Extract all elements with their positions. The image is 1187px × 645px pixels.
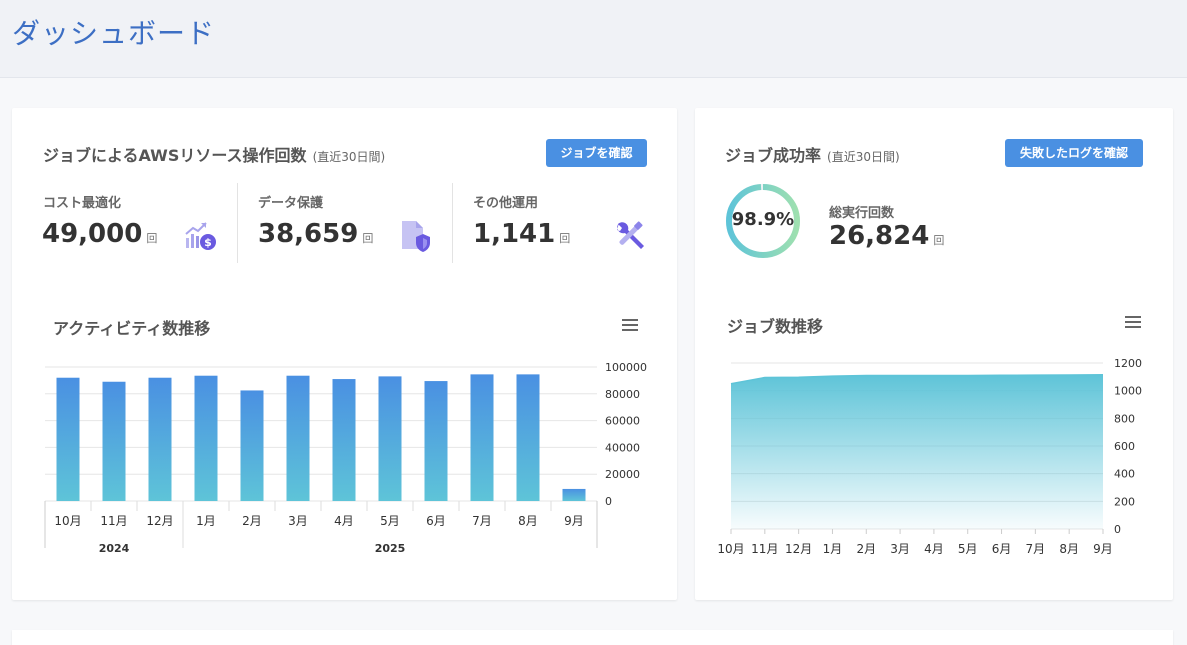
success-card-title: ジョブ成功率 (直近30日間): [725, 142, 900, 166]
activity-chart-menu-icon[interactable]: [622, 319, 638, 331]
stat-divider: [237, 183, 238, 263]
bar-8月[interactable]: [516, 374, 540, 501]
bar-9月[interactable]: [562, 488, 586, 501]
stat-number-cost: 49,000: [42, 219, 143, 249]
y-tick-label: 400: [1114, 468, 1135, 481]
bar-10月[interactable]: [56, 377, 80, 501]
y-tick-label: 100000: [605, 361, 647, 374]
aws-card-subtitle: (直近30日間): [312, 150, 386, 164]
cost-chart-icon: $: [185, 222, 216, 250]
group-label-2025: 2025: [375, 542, 406, 555]
x-tick-label: 12月: [785, 542, 812, 556]
bar-7月[interactable]: [470, 374, 494, 501]
job-success-card: ジョブ成功率 (直近30日間) 失敗したログを確認 98.9% 総実行回数 26,…: [695, 108, 1173, 600]
y-tick-label: 20000: [605, 468, 640, 481]
stat-label-other-ops: その他運用: [473, 196, 539, 211]
x-tick-label: 4月: [924, 542, 944, 556]
x-tick-label: 9月: [1093, 542, 1113, 556]
y-tick-label: 200: [1114, 495, 1135, 508]
success-card-subtitle: (直近30日間): [827, 150, 900, 164]
bar-2月[interactable]: [240, 390, 264, 501]
x-tick-label: 8月: [1059, 542, 1079, 556]
aws-card-title: ジョブによるAWSリソース操作回数 (直近30日間): [43, 142, 385, 166]
jobs-chart-menu-icon[interactable]: [1125, 316, 1141, 328]
x-tick-label: 3月: [890, 542, 910, 556]
jobs-area: [731, 374, 1103, 529]
bar-4月[interactable]: [332, 379, 356, 501]
tools-icon: [617, 221, 644, 249]
x-tick-label: 11月: [100, 514, 127, 528]
bar-1月[interactable]: [194, 375, 218, 501]
stat-value-data-protection: 38,659 回: [258, 219, 373, 249]
x-tick-label: 3月: [288, 514, 308, 528]
x-tick-label: 12月: [146, 514, 173, 528]
y-tick-label: 60000: [605, 415, 640, 428]
x-tick-label: 2月: [242, 514, 262, 528]
x-tick-label: 10月: [717, 542, 744, 556]
y-tick-label: 80000: [605, 388, 640, 401]
x-tick-label: 11月: [751, 542, 778, 556]
x-tick-label: 2月: [856, 542, 876, 556]
x-tick-label: 7月: [1026, 542, 1046, 556]
x-tick-label: 6月: [992, 542, 1012, 556]
y-tick-label: 0: [1114, 523, 1121, 536]
svg-text:$: $: [204, 236, 212, 249]
bar-11月[interactable]: [102, 381, 126, 501]
jobs-chart-title: ジョブ数推移: [727, 317, 824, 336]
stat-label-cost: コスト最適化: [43, 196, 122, 211]
y-tick-label: 800: [1114, 412, 1135, 425]
x-tick-label: 4月: [334, 514, 354, 528]
total-runs-label: 総実行回数: [829, 206, 895, 221]
stat-number-data-protection: 38,659: [258, 219, 359, 249]
stat-unit-data-protection: 回: [362, 232, 374, 245]
header: ダッシュボード: [0, 0, 1187, 78]
success-rate-value: 98.9%: [731, 209, 795, 230]
stat-unit-cost: 回: [146, 232, 158, 245]
y-tick-label: 600: [1114, 440, 1135, 453]
bar-12月[interactable]: [148, 377, 172, 501]
y-tick-label: 1000: [1114, 385, 1142, 398]
x-tick-label: 5月: [958, 542, 978, 556]
success-card-title-text: ジョブ成功率: [725, 146, 822, 165]
total-runs-unit: 回: [933, 234, 945, 247]
x-tick-label: 6月: [426, 514, 446, 528]
stat-value-other-ops: 1,141 回: [473, 219, 570, 249]
y-tick-label: 1200: [1114, 357, 1142, 370]
view-jobs-button[interactable]: ジョブを確認: [546, 139, 647, 167]
page-title: ダッシュボード: [12, 17, 216, 50]
stat-unit-other-ops: 回: [559, 232, 571, 245]
x-tick-label: 8月: [518, 514, 538, 528]
stat-label-data-protection: データ保護: [258, 196, 324, 211]
bar-6月[interactable]: [424, 381, 448, 501]
x-tick-label: 1月: [196, 514, 216, 528]
data-protection-icon: [402, 221, 430, 252]
next-card: [12, 630, 1173, 645]
x-tick-label: 5月: [380, 514, 400, 528]
bar-5月[interactable]: [378, 376, 402, 501]
y-tick-label: 0: [605, 495, 612, 508]
total-runs-number: 26,824: [829, 221, 930, 251]
stat-divider: [452, 183, 453, 263]
activity-bar-chart: 0 20000 40000 60000 80000 100000 10月 11月 12月 1月 2月…: [44, 361, 647, 555]
aws-card-title-text: ジョブによるAWSリソース操作回数: [43, 146, 307, 165]
x-tick-label: 1月: [823, 542, 843, 556]
stat-value-cost: 49,000 回: [42, 219, 157, 249]
bar-3月[interactable]: [286, 375, 310, 501]
x-tick-label: 10月: [54, 514, 81, 528]
view-failed-logs-button[interactable]: 失敗したログを確認: [1005, 139, 1143, 167]
group-label-2024: 2024: [99, 542, 130, 555]
x-tick-label: 9月: [564, 514, 584, 528]
total-runs-value: 26,824 回: [829, 221, 944, 251]
aws-operations-card: ジョブによるAWSリソース操作回数 (直近30日間) ジョブを確認 コスト最適化 …: [12, 108, 677, 600]
y-tick-label: 40000: [605, 441, 640, 454]
jobs-area-chart: 0 200 400 600 800 1000 1200 10月 11月 12月 1月 2月 3月 4月 5月…: [717, 357, 1142, 556]
activity-chart-title: アクティビティ数推移: [53, 319, 211, 338]
stat-number-other-ops: 1,141: [473, 219, 556, 249]
x-tick-label: 7月: [472, 514, 492, 528]
